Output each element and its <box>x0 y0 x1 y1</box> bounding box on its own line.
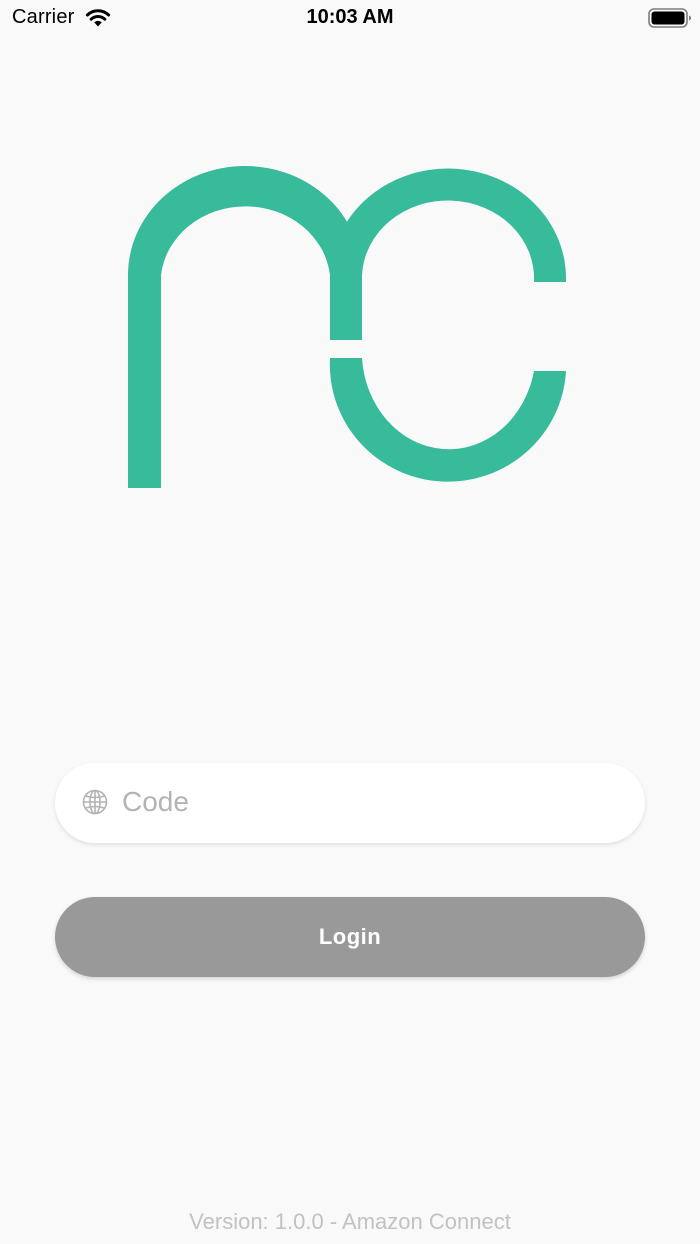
login-button[interactable]: Login <box>55 897 645 977</box>
mc-logo <box>128 166 567 488</box>
code-input[interactable] <box>122 780 622 824</box>
globe-icon <box>82 789 108 815</box>
version-label: Version: 1.0.0 - Amazon Connect <box>189 1209 511 1234</box>
